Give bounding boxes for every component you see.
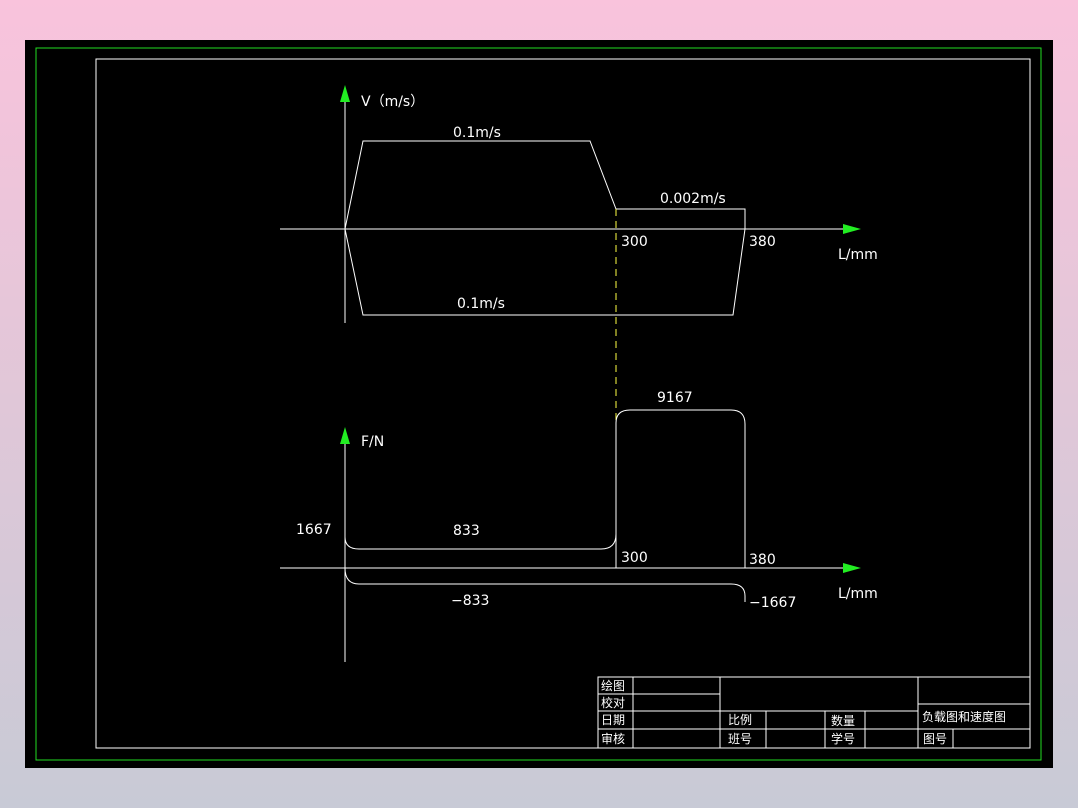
velocity-tick-380: 380 <box>749 234 776 250</box>
force-1667-label: 1667 <box>296 522 332 538</box>
force-chart: F/N 9167 1667 833 300 380 L/mm −833 −166… <box>280 390 878 662</box>
quantity-cell: 数量 <box>831 713 855 728</box>
velocity-chart: V（m/s） 0.1m/s 0.002m/s 0.1m/s 300 380 L/… <box>280 85 878 323</box>
forward-load-curve <box>344 409 746 568</box>
forward-force-label: 833 <box>453 523 480 539</box>
velocity-axis-label: V（m/s） <box>361 94 424 110</box>
checked-by-cell: 校对 <box>601 695 625 710</box>
forward-speed-profile <box>344 140 746 230</box>
drawing-no-cell: 图号 <box>923 732 947 746</box>
velocity-tick-300: 300 <box>621 234 648 250</box>
force-axis-label: F/N <box>361 434 384 450</box>
force-tick-380: 380 <box>749 552 776 568</box>
outer-border <box>35 47 1042 761</box>
title-block: 绘图 校对 日期 审核 比例 数量 班号 学号 负载图和速度图 图号 <box>597 676 1031 749</box>
peak-force-label: 9167 <box>657 390 693 406</box>
class-no-cell: 班号 <box>728 732 752 746</box>
scale-cell: 比例 <box>728 713 752 727</box>
drawing-frame <box>95 58 1031 749</box>
force-y-arrow <box>340 427 350 444</box>
cad-drawing-window[interactable]: V（m/s） 0.1m/s 0.002m/s 0.1m/s 300 380 L/… <box>25 40 1053 768</box>
return-speed-profile <box>344 228 746 316</box>
force-x-arrow <box>843 563 861 573</box>
velocity-x-axis-label: L/mm <box>838 247 878 263</box>
return-speed-label: 0.1m/s <box>457 296 505 312</box>
slow-speed-label: 0.002m/s <box>660 191 726 207</box>
velocity-y-arrow <box>340 85 350 102</box>
drawing-title-cell: 负载图和速度图 <box>922 709 1006 724</box>
drawing-canvas[interactable]: V（m/s） 0.1m/s 0.002m/s 0.1m/s 300 380 L/… <box>25 40 1053 768</box>
student-no-cell: 学号 <box>831 731 855 746</box>
date-cell: 日期 <box>601 713 625 727</box>
end-force-label: −1667 <box>749 595 796 611</box>
return-load-curve <box>344 567 746 602</box>
velocity-x-arrow <box>843 224 861 234</box>
reviewed-by-cell: 审核 <box>601 731 625 746</box>
force-tick-300: 300 <box>621 550 648 566</box>
drawn-by-cell: 绘图 <box>601 678 625 693</box>
force-x-axis-label: L/mm <box>838 586 878 602</box>
return-force-label: −833 <box>451 593 489 609</box>
top-speed-label: 0.1m/s <box>453 125 501 141</box>
